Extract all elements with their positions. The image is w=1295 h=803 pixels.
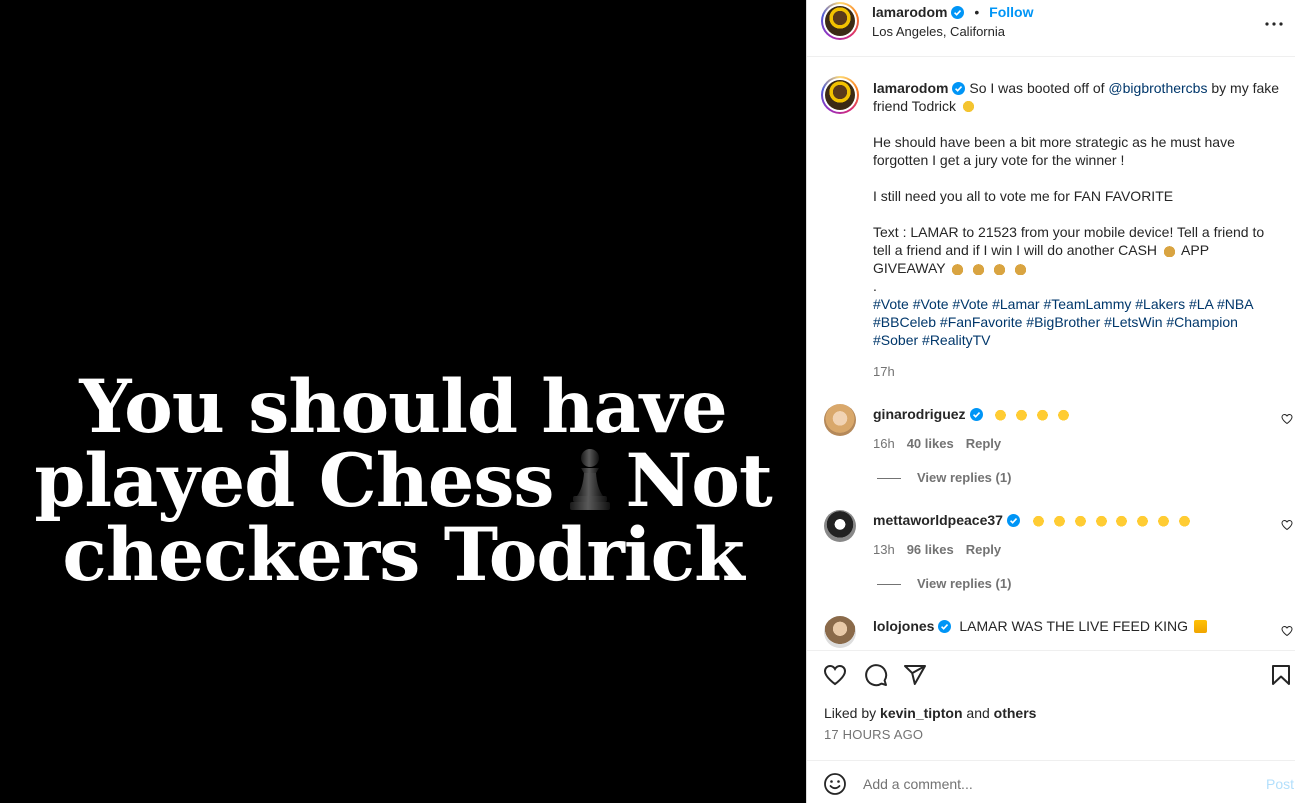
comment-time: 13h: [873, 542, 895, 557]
verified-badge-icon: [938, 620, 952, 633]
view-replies-label[interactable]: View replies (1): [917, 470, 1011, 485]
raising-hands-icon: [1115, 514, 1129, 527]
location-link[interactable]: Los Angeles, California: [872, 24, 1005, 39]
raising-hands-icon: [1052, 514, 1066, 527]
verified-badge-icon: [969, 408, 983, 421]
comment-avatar[interactable]: [824, 404, 856, 436]
media-text: You should have played Chess Not checker…: [0, 370, 806, 592]
post-panel: lamarodom • Follow Los Angeles, Californ…: [806, 0, 1295, 803]
raising-hands-icon: [1094, 514, 1108, 527]
header-username[interactable]: lamarodom: [872, 4, 947, 20]
media-line-2: played Chess Not: [0, 444, 806, 518]
raising-hands-icon: [1015, 408, 1029, 421]
money-bag-icon: [993, 262, 1007, 275]
liked-by-prefix: Liked by: [824, 705, 877, 721]
comment-meta: 13h 96 likes Reply: [873, 542, 1001, 557]
comment-username[interactable]: ginarodriguez: [873, 406, 966, 422]
caption-text-1: So I was booted off of: [969, 80, 1105, 96]
verified-badge-icon: [951, 6, 965, 19]
caption-hashtags[interactable]: #Vote #Vote #Vote #Lamar #TeamLammy #Lak…: [873, 295, 1283, 349]
raising-hands-icon: [1157, 514, 1171, 527]
post-header: lamarodom • Follow Los Angeles, Californ…: [807, 0, 1295, 57]
raising-hands-icon: [1057, 408, 1071, 421]
comment-avatar[interactable]: [824, 616, 856, 648]
comment-meta: 16h 40 likes Reply: [873, 436, 1001, 451]
view-replies-button[interactable]: View replies (1): [877, 576, 1011, 591]
comment-username[interactable]: lolojones: [873, 618, 934, 634]
comment-input[interactable]: [863, 773, 1243, 795]
comment-likes[interactable]: 96 likes: [907, 542, 954, 557]
money-bag-icon: [972, 262, 986, 275]
add-comment-bar: Post: [807, 760, 1295, 803]
raising-hands-icon: [1178, 514, 1192, 527]
raising-hands-icon: [1031, 514, 1045, 527]
comment-row: mettaworldpeace37: [873, 511, 1193, 529]
comment-text: LAMAR WAS THE LIVE FEED KING: [959, 618, 1189, 634]
caption-username[interactable]: lamarodom: [873, 80, 948, 96]
raising-hands-icon: [994, 408, 1008, 421]
caption-time: 17h: [873, 364, 895, 379]
reply-button[interactable]: Reply: [966, 542, 1001, 557]
post-time-ago[interactable]: 17 HOURS AGO: [824, 727, 923, 742]
money-bag-icon: [1013, 262, 1027, 275]
paper-plane-icon[interactable]: [903, 663, 927, 687]
comment-row: ginarodriguez: [873, 405, 1072, 423]
comment-row: lolojones LAMAR WAS THE LIVE FEED KING: [873, 617, 1209, 635]
caption-para-3: I still need you all to vote me for FAN …: [873, 188, 1174, 204]
caption-avatar[interactable]: [821, 76, 859, 114]
liked-by-and: and: [966, 705, 990, 721]
mention-link[interactable]: @bigbrothercbs: [1108, 80, 1207, 96]
comments-list[interactable]: lamarodom So I was booted off of @bigbro…: [807, 57, 1295, 650]
action-bar: [807, 650, 1295, 698]
media-line-1: You should have: [79, 364, 727, 450]
caption-para-2: He should have been a bit more strategic…: [873, 134, 1235, 168]
heart-icon[interactable]: [1281, 625, 1293, 637]
comment-time: 16h: [873, 436, 895, 451]
view-replies-button[interactable]: View replies (1): [877, 470, 1011, 485]
view-replies-label[interactable]: View replies (1): [917, 576, 1011, 591]
comment-avatar[interactable]: [824, 510, 856, 542]
crown-icon: [1193, 620, 1207, 633]
heart-icon[interactable]: [823, 663, 847, 687]
bookmark-icon[interactable]: [1269, 663, 1293, 687]
heart-icon[interactable]: [1281, 519, 1293, 531]
post-caption: lamarodom So I was booted off of @bigbro…: [873, 79, 1283, 381]
more-horizontal-icon[interactable]: [1262, 12, 1286, 36]
caption-dot: .: [873, 278, 877, 294]
chess-pawn-icon: [569, 449, 610, 510]
follow-button[interactable]: Follow: [989, 4, 1033, 20]
liked-by: Liked by kevin_tipton and others: [824, 705, 1036, 721]
money-bag-icon: [1162, 244, 1176, 257]
raising-hands-icon: [1136, 514, 1150, 527]
header-separator: •: [974, 4, 980, 20]
reply-button[interactable]: Reply: [966, 436, 1001, 451]
verified-badge-icon: [952, 82, 966, 95]
money-bag-icon: [951, 262, 965, 275]
liked-by-user-link[interactable]: kevin_tipton: [880, 705, 962, 721]
comment-likes[interactable]: 40 likes: [907, 436, 954, 451]
smiley-icon[interactable]: [823, 772, 847, 796]
post-media[interactable]: You should have played Chess Not checker…: [0, 0, 806, 803]
comment-username[interactable]: mettaworldpeace37: [873, 512, 1003, 528]
comment-icon[interactable]: [864, 663, 888, 687]
post-button[interactable]: Post: [1266, 776, 1294, 792]
liked-by-others-link[interactable]: others: [994, 705, 1037, 721]
avatar[interactable]: [821, 2, 859, 40]
flushed-face-icon: [961, 100, 975, 113]
verified-badge-icon: [1006, 514, 1020, 527]
raising-hands-icon: [1073, 514, 1087, 527]
media-line-3: checkers Todrick: [62, 512, 744, 598]
heart-icon[interactable]: [1281, 413, 1293, 425]
raising-hands-icon: [1036, 408, 1050, 421]
